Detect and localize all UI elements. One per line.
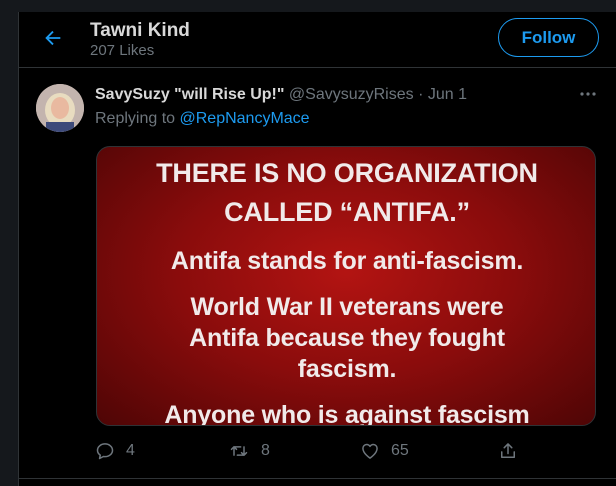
share-button[interactable]: [498, 439, 518, 463]
reply-count: 4: [126, 442, 135, 459]
page-header: Tawni Kind 207 Likes Follow: [19, 12, 616, 67]
share-icon: [501, 443, 515, 458]
likes-count: 207 Likes: [90, 42, 155, 59]
like-button[interactable]: 65: [360, 439, 409, 463]
author-handle-date[interactable]: @SavysuzyRises · Jun 1: [284, 86, 467, 103]
like-icon: [362, 443, 378, 459]
back-arrow-icon: [45, 30, 61, 46]
tweet-header: SavySuzy "will Rise Up!" @SavysuzyRises …: [95, 86, 467, 104]
window-left-strip: [0, 0, 18, 486]
tweet-image[interactable]: THERE IS NO ORGANIZATION CALLED “ANTIFA.…: [96, 146, 596, 426]
tweet-actions: 4 8 65: [0, 439, 616, 463]
avatar[interactable]: [36, 84, 84, 132]
retweet-icon: [230, 446, 248, 456]
tweet-divider: [19, 478, 616, 479]
image-text-line: fascism.: [297, 355, 397, 383]
window-top-strip: [0, 0, 616, 12]
image-text-line: CALLED “ANTIFA.”: [224, 197, 470, 227]
more-options-button[interactable]: [576, 84, 600, 104]
image-text-line: Antifa stands for anti-fascism.: [170, 247, 524, 275]
reply-button[interactable]: 4: [95, 439, 135, 463]
image-text-line: THERE IS NO ORGANIZATION: [156, 158, 538, 188]
avatar-image: [36, 84, 84, 132]
back-button[interactable]: [37, 22, 69, 54]
more-icon: [580, 92, 596, 96]
follow-button[interactable]: Follow: [498, 18, 599, 57]
reply-icon: [96, 443, 114, 460]
page-title: Tawni Kind: [90, 20, 190, 41]
author-name[interactable]: SavySuzy "will Rise Up!": [95, 86, 284, 103]
image-text-line: Antifa because they fought: [189, 324, 505, 352]
like-count: 65: [391, 442, 409, 459]
column-border: [18, 12, 19, 486]
image-text-line: World War II veterans were: [190, 293, 504, 321]
replying-handle-link[interactable]: @RepNancyMace: [180, 110, 310, 127]
replying-prefix: Replying to: [95, 110, 180, 127]
image-text-line: Anyone who is against fascism: [164, 401, 530, 426]
header-divider: [19, 67, 616, 68]
retweet-button[interactable]: 8: [228, 439, 270, 463]
replying-to: Replying to @RepNancyMace: [95, 110, 310, 128]
retweet-count: 8: [261, 442, 270, 459]
